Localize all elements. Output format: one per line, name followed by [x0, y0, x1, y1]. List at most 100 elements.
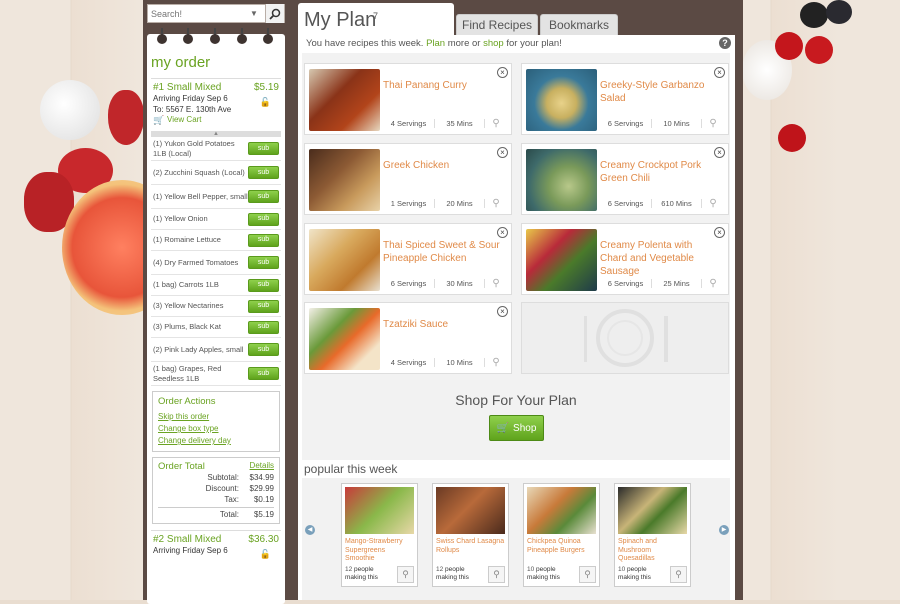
popular-image[interactable]	[436, 487, 505, 534]
popular-image[interactable]	[345, 487, 414, 534]
popular-card[interactable]: Swiss Chard Lasagna Rollups 12 people ma…	[432, 483, 509, 587]
recipe-card[interactable]: Creamy Crockpot Pork Green Chili 6 Servi…	[521, 143, 729, 215]
recipe-image[interactable]	[309, 229, 380, 291]
search-icon[interactable]	[265, 4, 284, 23]
magnify-icon[interactable]: ⚲	[485, 118, 507, 129]
sub-button[interactable]: sub	[248, 190, 279, 203]
order-name[interactable]: #2 Small Mixed	[153, 534, 221, 545]
recipe-title[interactable]: Thai Panang Curry	[383, 79, 503, 92]
skip-order-link[interactable]: Skip this order	[158, 411, 274, 423]
recipe-title[interactable]: Creamy Polenta with Chard and Vegetable …	[600, 239, 720, 278]
remove-icon[interactable]: ×	[714, 67, 725, 78]
sub-button[interactable]: sub	[248, 299, 279, 313]
blackberry-decoration	[826, 0, 852, 24]
magnify-icon[interactable]: ⚲	[702, 118, 724, 129]
recipe-image[interactable]	[526, 149, 597, 211]
order-price: $36.30	[248, 534, 279, 545]
remove-icon[interactable]: ×	[714, 227, 725, 238]
tab-my-plan[interactable]: My Plan 7	[298, 3, 454, 37]
remove-icon[interactable]: ×	[714, 147, 725, 158]
sub-button[interactable]: sub	[248, 367, 279, 380]
popular-title-text[interactable]: Spinach and Mushroom Quesadillas	[618, 538, 688, 564]
subtotal-value: $34.99	[249, 473, 274, 482]
sub-button[interactable]: sub	[248, 233, 279, 247]
popular-title-text[interactable]: Swiss Chard Lasagna Rollups	[436, 538, 506, 555]
magnify-icon[interactable]: ⚲	[488, 566, 505, 583]
shop-link[interactable]: shop	[483, 38, 504, 49]
change-box-link[interactable]: Change box type	[158, 423, 274, 435]
details-link[interactable]: Details	[250, 461, 274, 472]
recipe-card[interactable]: Greeky-Style Garbanzo Salad 6 Servings 10…	[521, 63, 729, 135]
popular-image[interactable]	[527, 487, 596, 534]
remove-icon[interactable]: ×	[497, 67, 508, 78]
plan-link[interactable]: Plan	[426, 38, 445, 49]
magnify-icon[interactable]: ⚲	[485, 278, 507, 289]
carousel-prev-icon[interactable]: ◀	[305, 525, 315, 535]
popular-title-text[interactable]: Mango-Strawberry Supergreens Smoothie	[345, 538, 415, 564]
recipe-image[interactable]	[526, 69, 597, 131]
remove-icon[interactable]: ×	[497, 227, 508, 238]
carousel-next-icon[interactable]: ▶	[719, 525, 729, 535]
popular-card[interactable]: Spinach and Mushroom Quesadillas 10 peop…	[614, 483, 691, 587]
recipe-title[interactable]: Thai Spiced Sweet & Sour Pineapple Chick…	[383, 239, 503, 265]
magnify-icon[interactable]: ⚲	[702, 278, 724, 289]
sub-button[interactable]: sub	[248, 142, 279, 155]
magnify-icon[interactable]: ⚲	[670, 566, 687, 583]
recipe-card[interactable]: Thai Panang Curry 4 Servings 35 Mins ⚲ ×	[304, 63, 512, 135]
popular-title-text[interactable]: Chickpea Quinoa Pineapple Burgers	[527, 538, 597, 555]
tab-find-recipes[interactable]: Find Recipes	[456, 14, 538, 35]
sub-button[interactable]: sub	[248, 212, 279, 226]
recipe-time: 10 Mins	[652, 119, 702, 128]
remove-icon[interactable]: ×	[497, 306, 508, 317]
tab-bookmarks[interactable]: Bookmarks	[540, 14, 618, 35]
order-price: $5.19	[253, 82, 279, 93]
recipe-title[interactable]: Greeky-Style Garbanzo Salad	[600, 79, 720, 105]
help-icon[interactable]: ?	[719, 37, 731, 49]
recipe-card[interactable]: Tzatziki Sauce 4 Servings 10 Mins ⚲ ×	[304, 302, 512, 374]
sub-button[interactable]: sub	[248, 278, 279, 292]
sub-button[interactable]: sub	[248, 166, 279, 179]
recipe-servings: 4 Servings	[383, 358, 435, 367]
dropdown-arrow-icon[interactable]: ▼	[250, 9, 258, 18]
popular-image[interactable]	[618, 487, 687, 534]
remove-icon[interactable]: ×	[497, 147, 508, 158]
recipe-card[interactable]: Thai Spiced Sweet & Sour Pineapple Chick…	[304, 223, 512, 295]
magnify-icon[interactable]: ⚲	[579, 566, 596, 583]
shop-button[interactable]: 🛒 Shop	[489, 415, 544, 441]
list-item: (3) Plums, Black Kat sub	[151, 317, 281, 338]
order-name[interactable]: #1 Small Mixed	[153, 82, 221, 93]
search-box[interactable]: ▼	[147, 4, 285, 23]
magnify-icon[interactable]: ⚲	[702, 198, 724, 209]
recipe-card[interactable]: Creamy Polenta with Chard and Vegetable …	[521, 223, 729, 295]
garlic-decoration	[40, 80, 100, 140]
recipe-image[interactable]	[309, 308, 380, 370]
total-value: $5.19	[253, 510, 274, 519]
empty-plan-slot[interactable]	[521, 302, 729, 374]
recipe-title[interactable]: Tzatziki Sauce	[383, 318, 503, 331]
recipe-card[interactable]: Greek Chicken 1 Servings 20 Mins ⚲ ×	[304, 143, 512, 215]
list-item: (1) Yellow Onion sub	[151, 209, 281, 230]
order-actions-panel: Order Actions Skip this order Change box…	[152, 391, 280, 452]
order-box-1: #1 Small Mixed $5.19 Arriving Friday Sep …	[151, 78, 281, 127]
popular-card[interactable]: Mango-Strawberry Supergreens Smoothie 12…	[341, 483, 418, 587]
lock-icon[interactable]: 🔓	[260, 97, 271, 108]
recipe-time: 35 Mins	[435, 119, 485, 128]
magnify-icon[interactable]: ⚲	[485, 357, 507, 368]
lock-icon[interactable]: 🔓	[260, 549, 271, 560]
recipe-image[interactable]	[526, 229, 597, 291]
recipe-title[interactable]: Greek Chicken	[383, 159, 503, 172]
recipe-image[interactable]	[309, 149, 380, 211]
change-delivery-link[interactable]: Change delivery day	[158, 435, 274, 447]
sub-button[interactable]: sub	[248, 343, 279, 356]
cart-icon: 🛒	[496, 422, 510, 434]
view-cart-link[interactable]: 🛒 View Cart	[153, 115, 279, 125]
magnify-icon[interactable]: ⚲	[397, 566, 414, 583]
recipe-title[interactable]: Creamy Crockpot Pork Green Chili	[600, 159, 720, 185]
sub-button[interactable]: sub	[248, 256, 279, 269]
magnify-icon[interactable]: ⚲	[485, 198, 507, 209]
recipe-image[interactable]	[309, 69, 380, 131]
sub-button[interactable]: sub	[248, 320, 279, 334]
popular-card[interactable]: Chickpea Quinoa Pineapple Burgers 10 peo…	[523, 483, 600, 587]
order-total-panel: Order Total Details Subtotal: $34.99 Disco…	[152, 457, 280, 524]
search-input[interactable]	[148, 8, 248, 19]
